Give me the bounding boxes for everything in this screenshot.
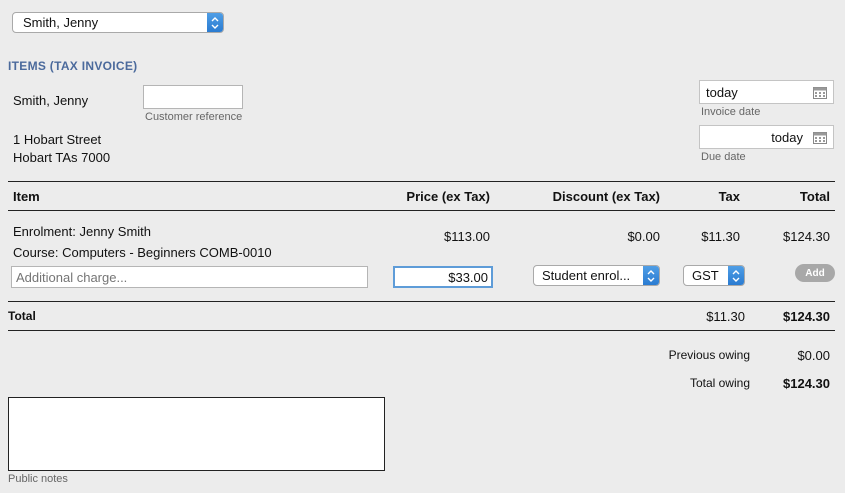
customer-address-line1: 1 Hobart Street	[13, 132, 102, 147]
tax-select-value: GST	[692, 268, 719, 283]
header-discount: Discount (ex Tax)	[552, 189, 660, 204]
invoice-date-label: Invoice date	[701, 106, 761, 118]
row-item-line1: Enrolment: Jenny Smith	[13, 224, 152, 239]
customer-reference-label: Customer reference	[145, 111, 243, 123]
totals-top-rule	[8, 301, 835, 302]
customer-select-value: Smith, Jenny	[23, 15, 99, 30]
totals-tax: $11.30	[706, 309, 745, 324]
discount-select[interactable]: Student enrol...	[533, 265, 660, 286]
customer-select[interactable]: Smith, Jenny	[12, 12, 224, 33]
header-price: Price (ex Tax)	[406, 189, 490, 204]
header-tax: Tax	[718, 189, 740, 204]
customer-address-line2: Hobart TAs 7000	[13, 150, 111, 165]
invoice-date-input[interactable]: today	[699, 80, 834, 104]
total-owing-label: Total owing	[689, 376, 750, 390]
due-date-value: today	[771, 129, 803, 145]
customer-reference-input[interactable]	[143, 85, 243, 109]
public-notes-label: Public notes	[8, 473, 68, 485]
header-total: Total	[799, 189, 830, 204]
discount-select-value: Student enrol...	[542, 268, 631, 283]
row-item-line2: Course: Computers - Beginners COMB-0010	[13, 245, 272, 260]
calendar-icon[interactable]	[813, 86, 827, 99]
row-price: $113.00	[443, 229, 490, 244]
chevron-updown-icon	[207, 13, 223, 32]
calendar-icon[interactable]	[813, 131, 827, 144]
row-tax: $11.30	[701, 229, 740, 244]
new-line-price-input[interactable]: $33.00	[393, 266, 493, 288]
section-title: ITEMS (TAX INVOICE)	[8, 59, 138, 73]
table-top-rule	[8, 181, 835, 182]
due-date-label: Due date	[701, 151, 746, 163]
customer-name: Smith, Jenny	[13, 93, 89, 108]
previous-owing-value: $0.00	[797, 348, 830, 363]
previous-owing-label: Previous owing	[668, 348, 750, 362]
due-date-input[interactable]: today	[699, 125, 834, 149]
public-notes-textarea[interactable]	[8, 397, 385, 471]
chevron-updown-icon	[643, 266, 659, 285]
row-total: $124.30	[783, 229, 830, 244]
tax-select[interactable]: GST	[683, 265, 745, 286]
header-item: Item	[13, 189, 40, 204]
add-button[interactable]: Add	[795, 264, 835, 282]
chevron-updown-icon	[728, 266, 744, 285]
row-discount: $0.00	[627, 229, 660, 244]
total-owing-value: $124.30	[783, 376, 830, 391]
invoice-date-value: today	[706, 84, 738, 100]
totals-total: $124.30	[783, 309, 830, 324]
table-header-rule	[8, 210, 835, 211]
totals-label: Total	[8, 309, 36, 323]
additional-charge-input[interactable]	[11, 266, 368, 288]
totals-bottom-rule	[8, 330, 835, 331]
